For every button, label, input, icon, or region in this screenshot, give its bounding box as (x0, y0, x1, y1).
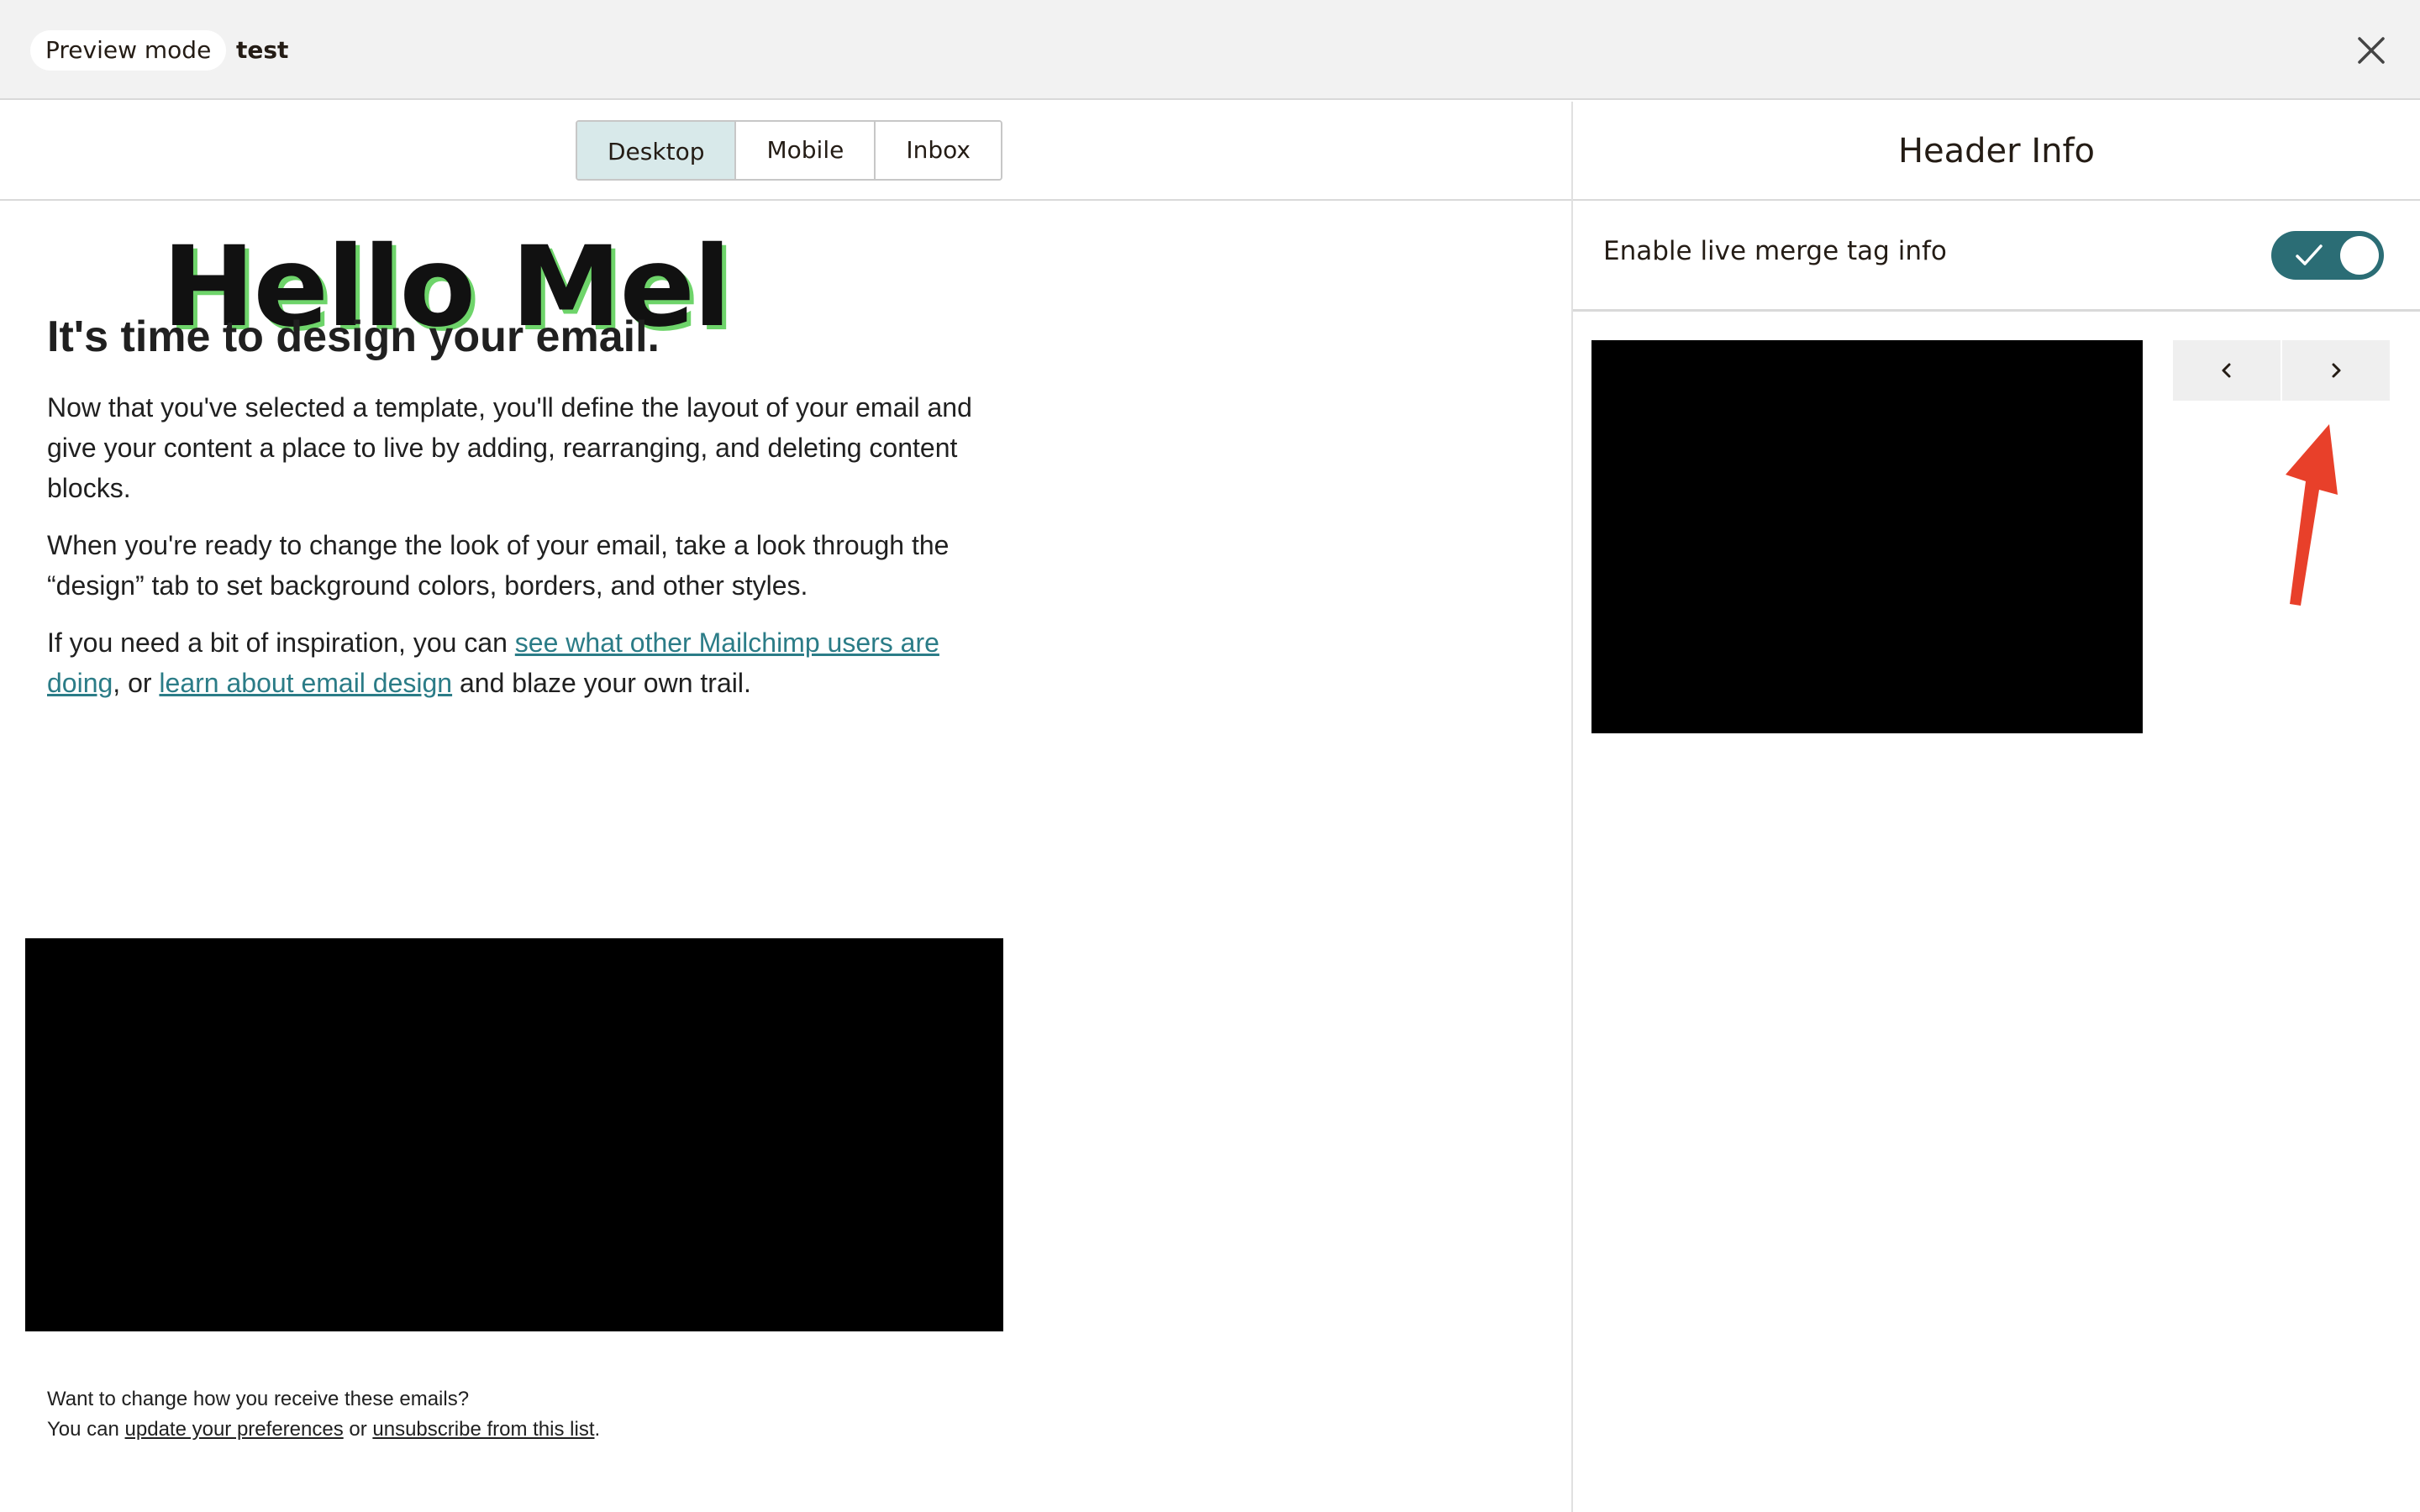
chevron-left-icon (2222, 363, 2231, 378)
paragraph-text: If you need a bit of inspiration, you ca… (47, 627, 515, 658)
paragraph-text: and blaze your own trail. (452, 668, 751, 698)
footer-text: . (594, 1418, 601, 1441)
device-tabs: Desktop Mobile Inbox (576, 120, 1002, 181)
redacted-image-block (25, 938, 1003, 1331)
tab-mobile[interactable]: Mobile (734, 122, 875, 179)
update-preferences-link[interactable]: update your preferences (125, 1418, 344, 1441)
merge-nav-buttons (2173, 340, 2390, 401)
previous-button[interactable] (2173, 340, 2281, 401)
email-footer: Want to change how you receive these ema… (47, 1384, 600, 1445)
footer-text: or (343, 1418, 373, 1441)
merge-tag-toggle[interactable] (2271, 231, 2384, 280)
preview-topbar: Preview mode test (0, 0, 2420, 100)
email-preview-pane: Desktop Mobile Inbox Hello Mel It's time… (0, 102, 1571, 1512)
tab-desktop[interactable]: Desktop (576, 122, 737, 179)
close-preview-button[interactable] (2353, 32, 2390, 69)
tab-inbox[interactable]: Inbox (874, 122, 1001, 179)
email-paragraph: If you need a bit of inspiration, you ca… (47, 622, 997, 703)
footer-text: You can (47, 1418, 125, 1441)
unsubscribe-link[interactable]: unsubscribe from this list (372, 1418, 594, 1441)
header-info-panel: Header Info Enable live merge tag info (1573, 102, 2420, 1512)
next-button[interactable] (2282, 340, 2390, 401)
email-body-copy: Now that you've selected a template, you… (47, 387, 997, 720)
check-icon (2296, 244, 2323, 265)
campaign-name: test (236, 36, 289, 64)
email-paragraph: Now that you've selected a template, you… (47, 392, 972, 503)
email-body: Hello Mel It's time to design your email… (0, 202, 1571, 1512)
email-paragraph: When you're ready to change the look of … (47, 530, 950, 601)
preview-mode-badge: Preview mode (30, 30, 227, 71)
merge-tag-row: Enable live merge tag info (1573, 202, 2420, 312)
email-design-link[interactable]: learn about email design (159, 668, 452, 698)
footer-line: Want to change how you receive these ema… (47, 1388, 470, 1410)
close-icon (2358, 37, 2385, 64)
email-heading: It's time to design your email. (47, 312, 660, 361)
panel-title: Header Info (1573, 102, 2420, 201)
redacted-header-info (1591, 340, 2143, 733)
merge-tag-toggle-label: Enable live merge tag info (1603, 236, 1947, 266)
chevron-right-icon (2332, 363, 2341, 378)
annotation-arrow-icon (2286, 424, 2338, 606)
toggle-knob (2340, 236, 2379, 275)
device-tabbar: Desktop Mobile Inbox (0, 102, 1571, 201)
footer-line: You can update your preferences or unsub… (47, 1415, 600, 1445)
paragraph-text: , or (113, 668, 160, 698)
